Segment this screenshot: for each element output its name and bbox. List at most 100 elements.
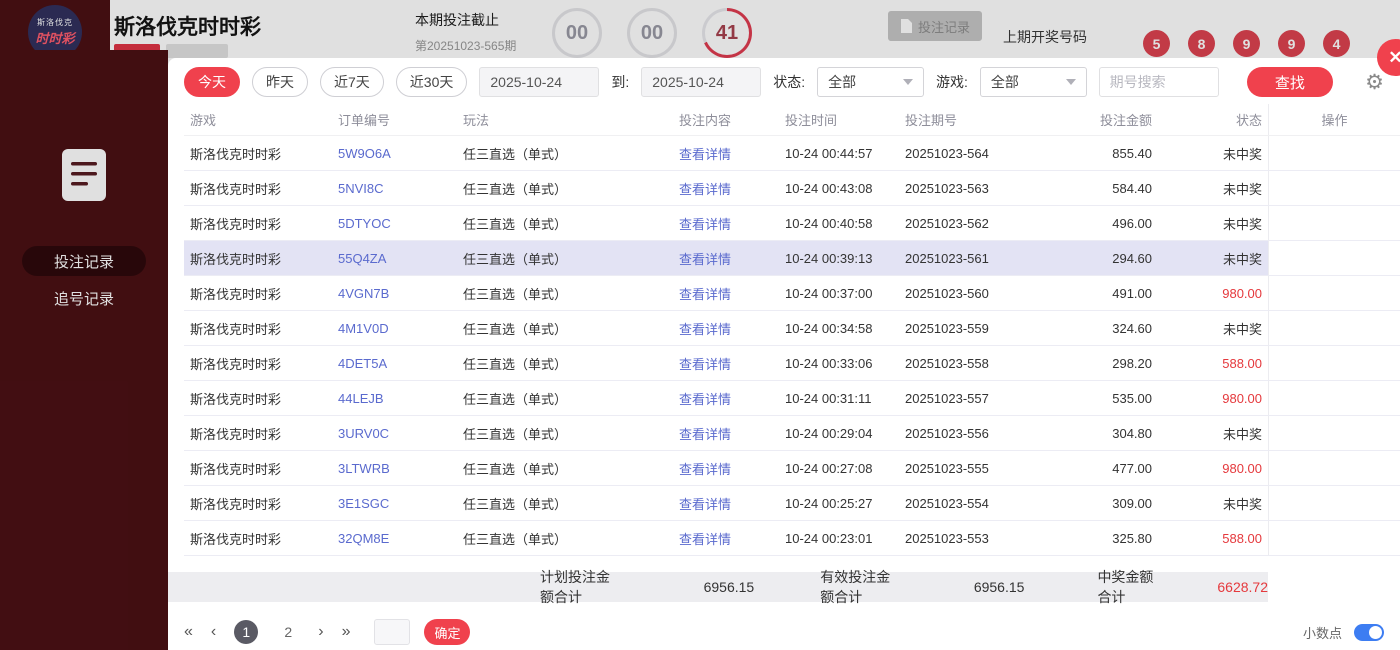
game-label: 游戏: <box>936 72 968 92</box>
view-details-link[interactable]: 查看详情 <box>640 451 770 485</box>
cell-status: 未中奖 <box>1160 171 1268 205</box>
order-id-link[interactable]: 5DTYOC <box>338 206 463 240</box>
column-header: 投注时间 <box>770 104 895 135</box>
gear-icon[interactable]: ⚙ <box>1365 72 1384 93</box>
column-header: 操作 <box>1268 104 1400 135</box>
order-id-link[interactable]: 4VGN7B <box>338 276 463 310</box>
order-id-link[interactable]: 4DET5A <box>338 346 463 380</box>
table-row[interactable]: 斯洛伐克时时彩 4VGN7B 任三直选（单式） 查看详情 10-24 00:37… <box>184 276 1400 311</box>
quick-filter-1[interactable]: 昨天 <box>252 67 308 97</box>
cell-bet-time: 10-24 00:39:13 <box>770 241 895 275</box>
table-row[interactable]: 斯洛伐克时时彩 3E1SGC 任三直选（单式） 查看详情 10-24 00:25… <box>184 486 1400 521</box>
cell-game: 斯洛伐克时时彩 <box>184 486 338 520</box>
order-id-link[interactable]: 3LTWRB <box>338 451 463 485</box>
first-page-button[interactable]: « <box>184 623 193 641</box>
view-details-link[interactable]: 查看详情 <box>640 311 770 345</box>
cell-period: 20251023-559 <box>895 311 1040 345</box>
win-total-label: 中奖金额合计 <box>1097 567 1156 607</box>
order-id-link[interactable]: 5W9O6A <box>338 136 463 170</box>
table-row[interactable]: 斯洛伐克时时彩 5DTYOC 任三直选（单式） 查看详情 10-24 00:40… <box>184 206 1400 241</box>
cell-amount: 324.60 <box>1040 311 1160 345</box>
cell-amount: 584.40 <box>1040 171 1160 205</box>
order-id-link[interactable]: 32QM8E <box>338 521 463 555</box>
table-row[interactable]: 斯洛伐克时时彩 3LTWRB 任三直选（单式） 查看详情 10-24 00:27… <box>184 451 1400 486</box>
column-header: 状态 <box>1160 104 1268 135</box>
cell-amount: 855.40 <box>1040 136 1160 170</box>
cell-action <box>1268 311 1400 345</box>
table-row[interactable]: 斯洛伐克时时彩 4DET5A 任三直选（单式） 查看详情 10-24 00:33… <box>184 346 1400 381</box>
prev-page-button[interactable]: ‹ <box>211 623 216 641</box>
decimal-label: 小数点 <box>1303 623 1342 642</box>
cell-status: 980.00 <box>1160 276 1268 310</box>
last-page-button[interactable]: » <box>342 623 351 641</box>
table-row[interactable]: 斯洛伐克时时彩 44LEJB 任三直选（单式） 查看详情 10-24 00:31… <box>184 381 1400 416</box>
quick-filter-3[interactable]: 近30天 <box>396 67 468 97</box>
table-row[interactable]: 斯洛伐克时时彩 32QM8E 任三直选（单式） 查看详情 10-24 00:23… <box>184 521 1400 556</box>
table-row[interactable]: 斯洛伐克时时彩 3URV0C 任三直选（单式） 查看详情 10-24 00:29… <box>184 416 1400 451</box>
view-details-link[interactable]: 查看详情 <box>640 381 770 415</box>
date-to-label: 到: <box>611 72 629 92</box>
cell-action <box>1268 521 1400 555</box>
cell-bet-time: 10-24 00:34:58 <box>770 311 895 345</box>
order-id-link[interactable]: 3E1SGC <box>338 486 463 520</box>
chevron-down-icon <box>1066 79 1076 85</box>
date-from-input[interactable] <box>479 67 599 97</box>
game-select[interactable]: 全部 <box>980 67 1087 97</box>
quick-filter-2[interactable]: 近7天 <box>320 67 384 97</box>
decimal-toggle[interactable] <box>1354 624 1384 641</box>
order-id-link[interactable]: 55Q4ZA <box>338 241 463 275</box>
page-jump-input[interactable] <box>374 619 410 645</box>
cell-amount: 294.60 <box>1040 241 1160 275</box>
cell-play-type: 任三直选（单式） <box>463 486 640 520</box>
table-row[interactable]: 斯洛伐克时时彩 5W9O6A 任三直选（单式） 查看详情 10-24 00:44… <box>184 136 1400 171</box>
cell-period: 20251023-558 <box>895 346 1040 380</box>
cell-game: 斯洛伐克时时彩 <box>184 311 338 345</box>
order-id-link[interactable]: 4M1V0D <box>338 311 463 345</box>
view-details-link[interactable]: 查看详情 <box>640 276 770 310</box>
page-2[interactable]: 2 <box>276 620 300 644</box>
view-details-link[interactable]: 查看详情 <box>640 521 770 555</box>
view-details-link[interactable]: 查看详情 <box>640 346 770 380</box>
view-details-link[interactable]: 查看详情 <box>640 241 770 275</box>
cell-play-type: 任三直选（单式） <box>463 171 640 205</box>
order-id-link[interactable]: 44LEJB <box>338 381 463 415</box>
view-details-link[interactable]: 查看详情 <box>640 206 770 240</box>
cell-amount: 477.00 <box>1040 451 1160 485</box>
cell-game: 斯洛伐克时时彩 <box>184 276 338 310</box>
table-row[interactable]: 斯洛伐克时时彩 5NVI8C 任三直选（单式） 查看详情 10-24 00:43… <box>184 171 1400 206</box>
search-button[interactable]: 查找 <box>1247 67 1334 97</box>
status-select[interactable]: 全部 <box>817 67 924 97</box>
cell-amount: 325.80 <box>1040 521 1160 555</box>
cell-play-type: 任三直选（单式） <box>463 276 640 310</box>
column-header: 订单编号 <box>338 104 463 135</box>
table-body: 斯洛伐克时时彩 5W9O6A 任三直选（单式） 查看详情 10-24 00:44… <box>184 136 1400 556</box>
order-id-link[interactable]: 5NVI8C <box>338 171 463 205</box>
confirm-page-button[interactable]: 确定 <box>424 619 470 645</box>
pagination-bar: « ‹ 12 › » 确定 小数点 <box>168 610 1400 650</box>
view-details-link[interactable]: 查看详情 <box>640 416 770 450</box>
period-search-input[interactable] <box>1099 67 1219 97</box>
view-details-link[interactable]: 查看详情 <box>640 171 770 205</box>
cell-status: 未中奖 <box>1160 206 1268 240</box>
cell-status: 980.00 <box>1160 451 1268 485</box>
table-row[interactable]: 斯洛伐克时时彩 4M1V0D 任三直选（单式） 查看详情 10-24 00:34… <box>184 311 1400 346</box>
cell-period: 20251023-562 <box>895 206 1040 240</box>
cell-status: 980.00 <box>1160 381 1268 415</box>
order-id-link[interactable]: 3URV0C <box>338 416 463 450</box>
cell-game: 斯洛伐克时时彩 <box>184 136 338 170</box>
table-header: 游戏订单编号玩法投注内容投注时间投注期号投注金额状态操作 <box>184 104 1400 136</box>
summary-bar: 计划投注金额合计 6956.15 有效投注金额合计 6956.15 中奖金额合计… <box>168 572 1268 602</box>
cell-action <box>1268 486 1400 520</box>
view-details-link[interactable]: 查看详情 <box>640 486 770 520</box>
toggle-knob <box>1369 626 1382 639</box>
cell-game: 斯洛伐克时时彩 <box>184 381 338 415</box>
cell-play-type: 任三直选（单式） <box>463 451 640 485</box>
view-details-link[interactable]: 查看详情 <box>640 136 770 170</box>
planned-total-value: 6956.15 <box>704 579 755 595</box>
quick-filter-0[interactable]: 今天 <box>184 67 240 97</box>
page-1[interactable]: 1 <box>234 620 258 644</box>
cell-period: 20251023-561 <box>895 241 1040 275</box>
date-to-input[interactable] <box>641 67 761 97</box>
table-row[interactable]: 斯洛伐克时时彩 55Q4ZA 任三直选（单式） 查看详情 10-24 00:39… <box>184 241 1400 276</box>
next-page-button[interactable]: › <box>318 623 323 641</box>
